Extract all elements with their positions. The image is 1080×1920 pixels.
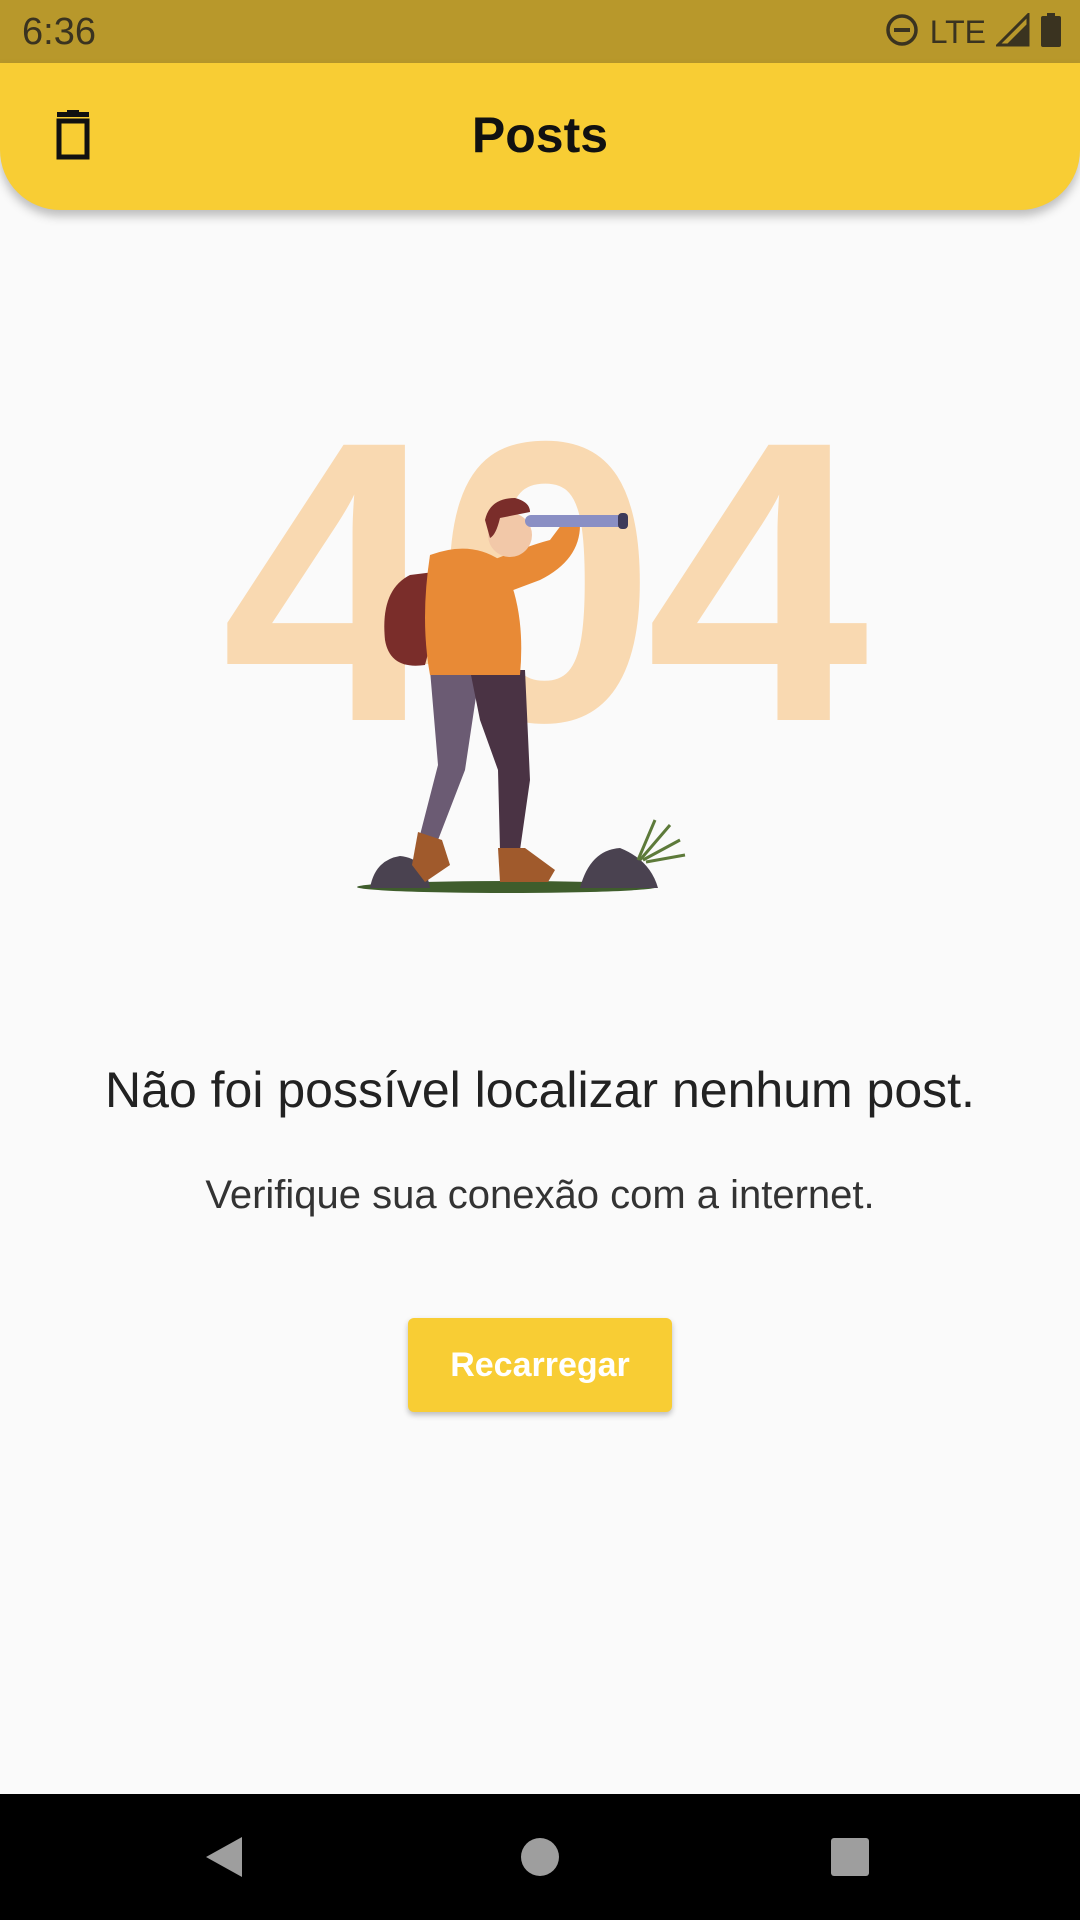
network-type: LTE <box>929 14 986 50</box>
status-time: 6:36 <box>22 11 96 53</box>
back-icon <box>206 1837 242 1877</box>
not-found-illustration: 404 <box>221 420 881 893</box>
battery-icon <box>1040 12 1062 53</box>
recents-icon <box>831 1838 869 1876</box>
error-subtitle: Verifique sua conexão com a internet. <box>205 1173 875 1217</box>
nav-recents-button[interactable] <box>818 1825 882 1889</box>
signal-icon <box>994 10 1030 52</box>
home-icon <box>521 1838 559 1876</box>
illustration-404-text: 404 <box>221 420 871 805</box>
nav-back-button[interactable] <box>192 1825 256 1889</box>
nav-home-button[interactable] <box>508 1825 572 1889</box>
status-bar: 6:36 LTE <box>0 0 1080 63</box>
app-bar: Posts <box>0 63 1080 210</box>
system-nav-bar <box>0 1794 1080 1920</box>
page-title: Posts <box>471 107 609 163</box>
reload-button[interactable]: Recarregar <box>408 1318 672 1412</box>
do-not-disturb-icon <box>884 12 920 53</box>
error-title: Não foi possível localizar nenhum post. <box>105 1062 975 1118</box>
status-icons: LTE <box>884 10 1062 54</box>
